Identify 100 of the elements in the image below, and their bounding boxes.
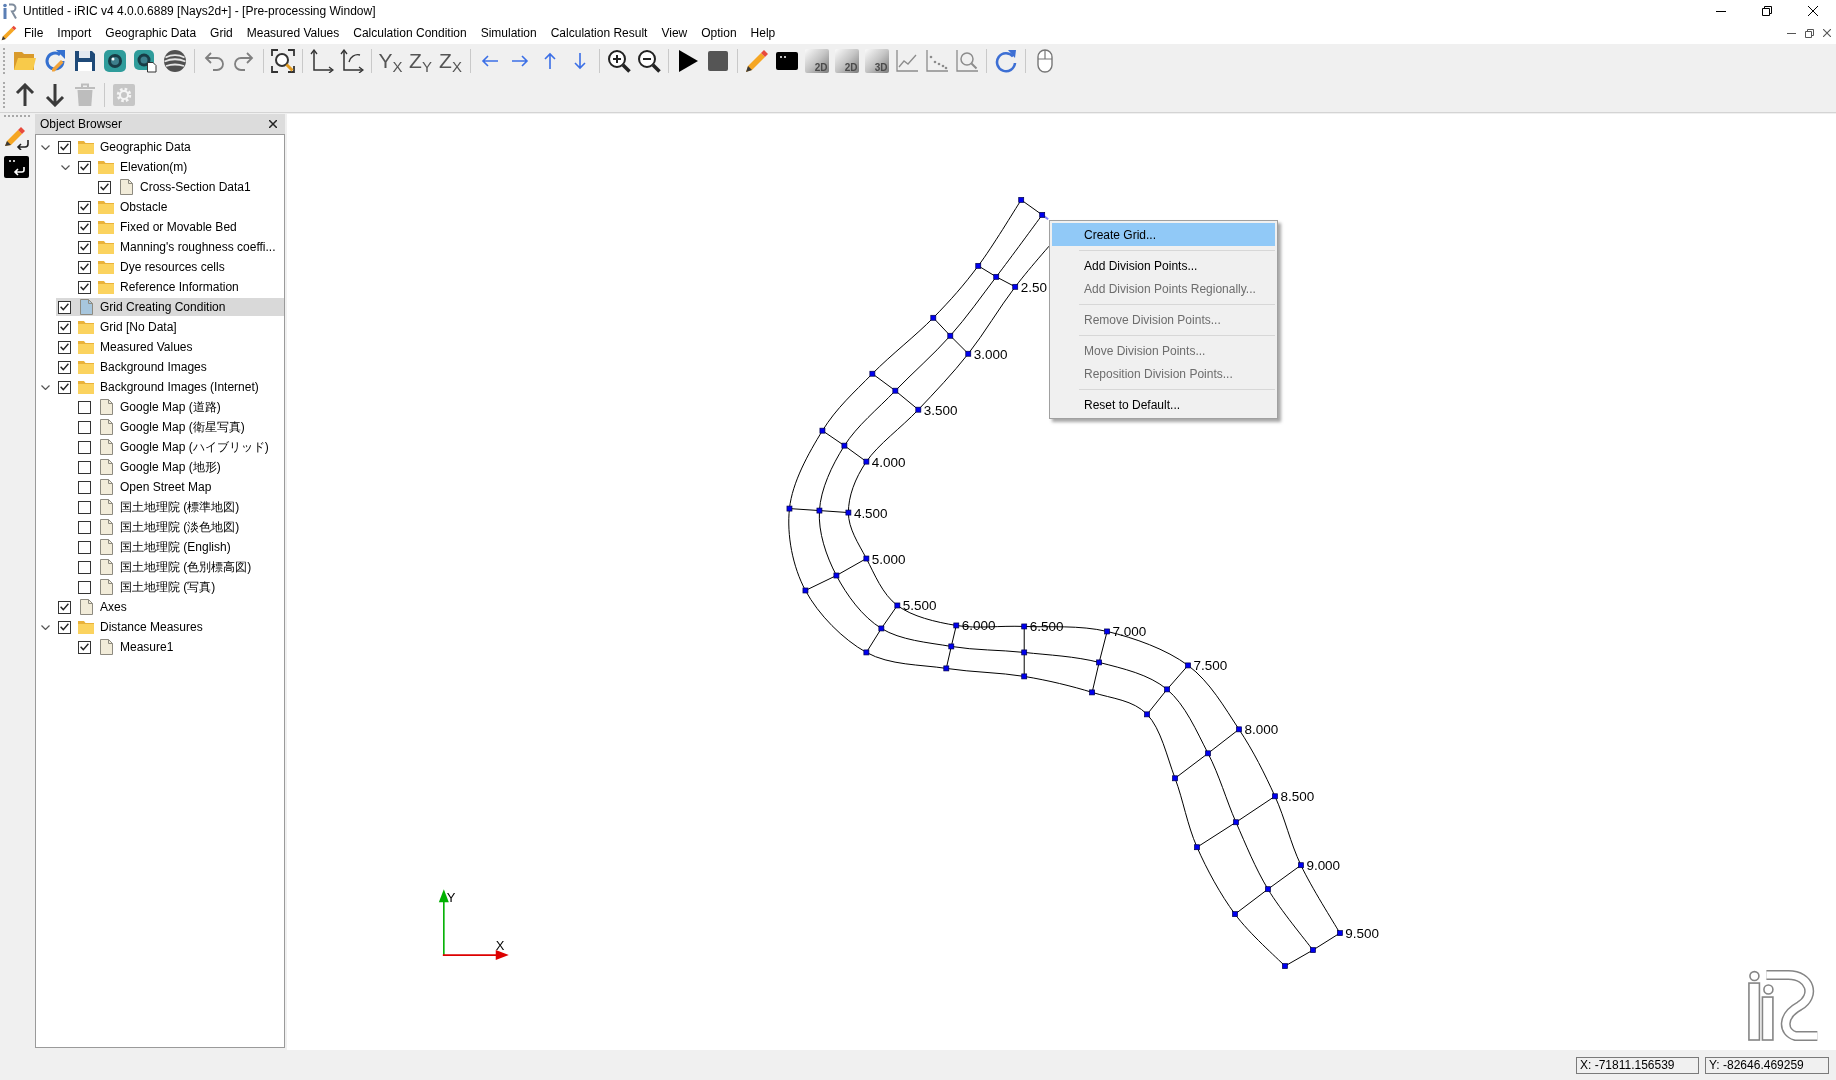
tree-item[interactable]: Geographic Data — [56, 138, 194, 156]
grid-node[interactable] — [948, 643, 955, 650]
scatter-chart-icon[interactable] — [924, 49, 949, 73]
tree-item[interactable]: Google Map (地形) — [76, 458, 224, 476]
view-mode-button[interactable]: 2D — [834, 49, 859, 73]
grid-node[interactable] — [1021, 673, 1028, 680]
checkbox[interactable] — [78, 240, 91, 254]
checkbox[interactable] — [78, 500, 91, 514]
tree-item[interactable]: 国土地理院 (写真) — [76, 578, 219, 596]
rotate-axis-icon[interactable] — [339, 49, 364, 73]
grid-node[interactable] — [947, 332, 954, 339]
grid-node[interactable] — [1232, 911, 1238, 917]
grid-node[interactable] — [833, 572, 840, 579]
tree-item[interactable]: 国土地理院 (色別標高図) — [76, 558, 255, 576]
tree-item[interactable]: Cross-Section Data1 — [96, 178, 254, 196]
tree-item[interactable]: Google Map (衛星写真) — [76, 418, 248, 436]
tree-item[interactable]: Google Map (ハイブリッド) — [76, 438, 272, 456]
tree-item[interactable]: Axes — [56, 598, 130, 616]
refresh-icon[interactable] — [993, 49, 1018, 73]
grid-node[interactable] — [1233, 819, 1239, 826]
menu-item[interactable]: Simulation — [473, 23, 544, 43]
menu-item[interactable]: Help — [743, 23, 783, 43]
grid-node[interactable] — [1282, 963, 1288, 969]
grid-node[interactable] — [943, 665, 950, 672]
grid-node[interactable] — [975, 263, 982, 269]
zoom-out-icon[interactable] — [636, 49, 661, 73]
grid-node[interactable] — [894, 602, 901, 609]
view-direction-button[interactable]: Z$_{Y}$ — [408, 48, 433, 74]
checkbox[interactable] — [58, 320, 71, 334]
checkbox[interactable] — [78, 520, 91, 534]
globe-icon[interactable] — [162, 49, 187, 73]
view-mode-button[interactable]: 2D — [804, 49, 829, 73]
grid-node[interactable] — [915, 406, 922, 413]
grid-node[interactable] — [1265, 886, 1271, 892]
grid-node[interactable] — [1096, 659, 1102, 666]
grid-node[interactable] — [892, 387, 899, 394]
close-icon[interactable] — [269, 120, 277, 128]
grid-node[interactable] — [802, 587, 809, 594]
tree-item[interactable]: Grid [No Data] — [56, 318, 180, 336]
checkbox[interactable] — [78, 280, 91, 294]
tree-item[interactable]: Distance Measures — [56, 618, 206, 636]
grid-node[interactable] — [1272, 793, 1278, 800]
grid-node[interactable] — [1205, 750, 1211, 757]
menu-item[interactable]: Calculation Condition — [346, 23, 474, 43]
chevron-down-icon[interactable] — [40, 624, 50, 630]
tree-item[interactable]: Google Map (道路) — [76, 398, 224, 416]
line-chart-icon[interactable] — [894, 49, 919, 73]
camera-icon[interactable] — [102, 49, 127, 73]
axis-icon[interactable] — [309, 49, 334, 73]
grid-node[interactable] — [863, 649, 870, 656]
close-icon[interactable] — [1808, 6, 1818, 16]
view-mode-button[interactable]: 3D — [864, 49, 889, 73]
checkbox[interactable] — [78, 400, 91, 414]
grid-node[interactable] — [1021, 623, 1028, 630]
grid-node[interactable] — [1310, 947, 1316, 953]
grid-node[interactable] — [1194, 844, 1200, 851]
tree-item[interactable]: Measured Values — [56, 338, 196, 356]
grid-node[interactable] — [816, 507, 823, 514]
stop-icon[interactable] — [705, 49, 730, 73]
menu-item[interactable]: Grid — [203, 23, 240, 43]
tree-item[interactable]: Background Images (Internet) — [56, 378, 262, 396]
checkbox[interactable] — [78, 540, 91, 554]
menu-item[interactable]: Add Division Points... — [1052, 254, 1275, 277]
grid-node[interactable] — [1021, 649, 1028, 656]
minimize-icon[interactable] — [1716, 10, 1726, 12]
tree-item[interactable]: Background Images — [56, 358, 210, 376]
grid-node[interactable] — [878, 625, 885, 632]
checkbox[interactable] — [78, 460, 91, 474]
redo-icon[interactable] — [231, 49, 256, 73]
grid-node[interactable] — [1164, 686, 1170, 693]
close-icon[interactable] — [1823, 29, 1831, 37]
tree-item[interactable]: Manning's roughness coeffi... — [76, 238, 279, 256]
menu-item[interactable]: Reset to Default... — [1052, 393, 1275, 416]
grid-node[interactable] — [1185, 662, 1191, 669]
checkbox[interactable] — [98, 180, 111, 194]
menu-item[interactable]: View — [654, 23, 695, 43]
grid-node[interactable] — [863, 555, 870, 562]
menu-item[interactable]: Option — [694, 23, 744, 43]
restore-icon[interactable] — [1805, 28, 1814, 38]
view-direction-button[interactable]: Y$_{X}$ — [377, 48, 404, 74]
tree-item[interactable]: 国土地理院 (淡色地図) — [76, 518, 243, 536]
tree-item[interactable]: Reference Information — [76, 278, 242, 296]
grid-node[interactable] — [1298, 862, 1304, 869]
menu-item[interactable]: Import — [50, 23, 99, 43]
checkbox[interactable] — [58, 600, 71, 614]
grid-node[interactable] — [863, 458, 870, 465]
chevron-down-icon[interactable] — [60, 164, 70, 170]
terminal-icon[interactable] — [4, 156, 29, 178]
tree-item[interactable]: Grid Creating Condition — [56, 298, 284, 316]
grid-node[interactable] — [1337, 930, 1343, 936]
checkbox[interactable] — [58, 380, 71, 394]
grid-node[interactable] — [953, 622, 960, 629]
grid-node[interactable] — [845, 509, 852, 516]
grid-node[interactable] — [1104, 628, 1110, 635]
tree-item[interactable]: Elevation(m) — [76, 158, 191, 176]
tree-item[interactable]: 国土地理院 (English) — [76, 538, 234, 556]
grid-node[interactable] — [993, 273, 1000, 280]
tree-item[interactable]: Obstacle — [76, 198, 171, 216]
panel-grip[interactable] — [3, 115, 30, 118]
checkbox[interactable] — [58, 340, 71, 354]
